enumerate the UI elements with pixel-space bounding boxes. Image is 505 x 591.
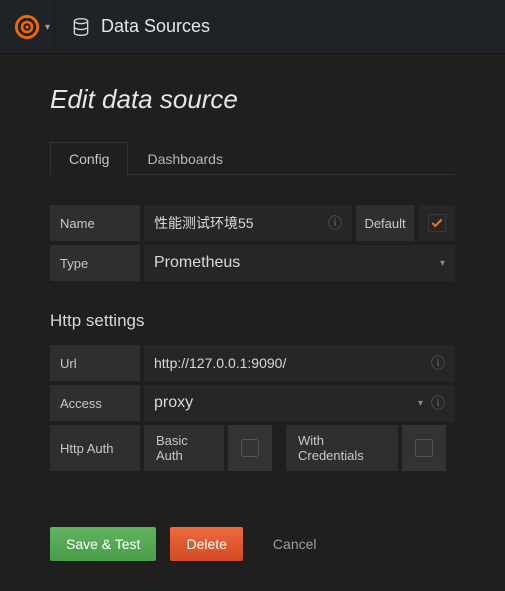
page-content: Edit data source Config Dashboards Name … [0,54,505,585]
with-credentials-check-cell [402,425,446,471]
access-select[interactable]: proxy ▾ ⓘ [144,385,455,421]
info-icon[interactable]: ⓘ [328,213,342,233]
http-settings-heading: Http settings [50,311,455,331]
row-type: Type Prometheus ▾ [50,245,455,281]
name-input[interactable] [154,215,328,231]
row-http-auth: Http Auth Basic Auth With Credentials [50,425,455,471]
basic-auth-check-cell [228,425,272,471]
topbar-title-text: Data Sources [101,16,210,37]
tab-dashboards[interactable]: Dashboards [128,142,242,175]
row-name: Name ⓘ Default [50,205,455,241]
info-icon[interactable]: ⓘ [431,353,445,373]
input-wrap-name: ⓘ [144,205,352,241]
type-value: Prometheus [154,254,434,272]
check-icon [430,216,444,230]
basic-auth-checkbox[interactable] [241,439,259,457]
chevron-down-icon: ▾ [418,398,423,409]
label-url: Url [50,345,140,381]
tab-config[interactable]: Config [50,142,128,175]
grafana-logo-icon [13,13,41,41]
tabs: Config Dashboards [50,141,455,175]
logo-box[interactable]: ▾ [0,0,54,54]
row-url: Url ⓘ [50,345,455,381]
topbar: ▾ Data Sources [0,0,505,54]
info-icon[interactable]: ⓘ [431,393,445,413]
logo-caret-icon: ▾ [45,22,50,33]
save-test-button[interactable]: Save & Test [50,527,156,561]
with-credentials-checkbox[interactable] [415,439,433,457]
access-value: proxy [154,394,412,412]
cancel-button[interactable]: Cancel [257,527,333,561]
url-input[interactable] [154,355,431,371]
default-check-cell [418,205,455,241]
footer-buttons: Save & Test Delete Cancel [50,527,455,561]
row-access: Access proxy ▾ ⓘ [50,385,455,421]
default-checkbox[interactable] [428,214,446,232]
label-type: Type [50,245,140,281]
database-icon [71,17,91,37]
delete-button[interactable]: Delete [170,527,242,561]
label-http-auth: Http Auth [50,425,140,471]
label-basic-auth: Basic Auth [144,425,224,471]
label-name: Name [50,205,140,241]
page-title: Edit data source [50,84,455,115]
label-default: Default [356,205,414,241]
type-select[interactable]: Prometheus ▾ [144,245,455,281]
label-access: Access [50,385,140,421]
input-wrap-url: ⓘ [144,345,455,381]
chevron-down-icon: ▾ [440,258,445,269]
breadcrumb[interactable]: Data Sources [55,16,226,37]
label-with-credentials: With Credentials [286,425,398,471]
